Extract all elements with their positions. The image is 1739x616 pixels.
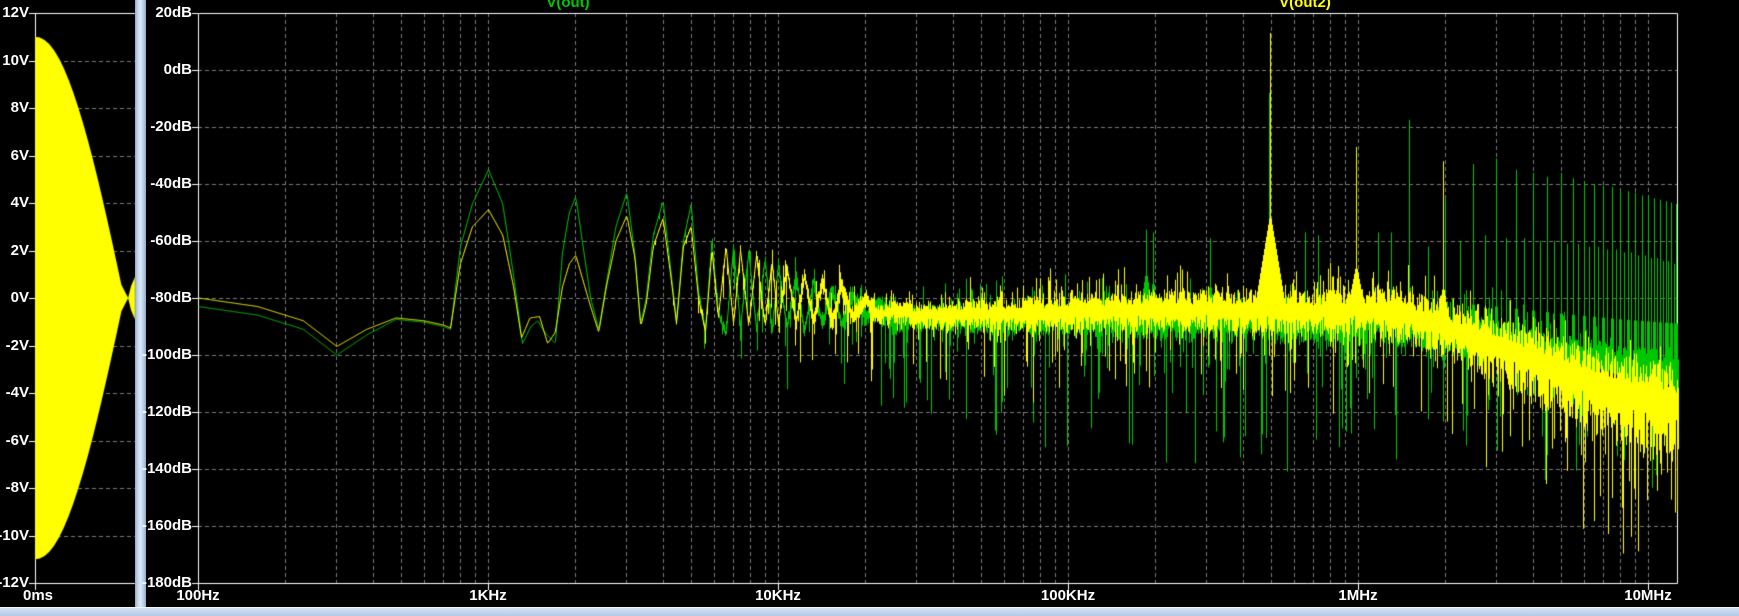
time-y-axis-label: 12V	[2, 4, 29, 21]
time-y-axis-label: -8V	[5, 479, 29, 496]
time-y-axis-label: 6V	[10, 147, 29, 164]
fft-x-axis-label: 1MHz	[1338, 587, 1378, 604]
fft-y-axis-label: -60dB	[150, 232, 192, 249]
window-bottom-border	[0, 607, 1739, 616]
time-y-axis-label: 8V	[10, 99, 29, 116]
time-y-axis-label: 4V	[10, 194, 29, 211]
time-y-axis-label: 10V	[2, 52, 29, 69]
fft-y-axis-label: -140dB	[141, 460, 192, 477]
time-y-axis-label: -2V	[5, 337, 29, 354]
fft-y-axis-label: 0dB	[163, 61, 192, 78]
fft-x-axis-label: 100KHz	[1040, 587, 1096, 604]
time-x-axis-label: 0ms	[22, 587, 54, 604]
fft-x-axis-label: 100Hz	[176, 587, 220, 604]
fft-y-axis-label: 20dB	[155, 4, 192, 21]
fft-y-axis-label: -40dB	[150, 175, 192, 192]
time-y-axis-label: -4V	[5, 384, 29, 401]
trace-label-vout2[interactable]: V(out2)	[1279, 0, 1331, 10]
time-y-axis-label: -6V	[5, 432, 29, 449]
fft-x-axis-label: 10KHz	[755, 587, 801, 604]
fft-y-axis-label: -20dB	[150, 118, 192, 135]
time-y-axis-label: 0V	[10, 289, 29, 306]
time-y-axis-label: 2V	[10, 242, 29, 259]
trace-label-vout[interactable]: V(out)	[546, 0, 589, 10]
plot-canvas[interactable]	[0, 0, 1739, 616]
fft-x-axis-label: 10MHz	[1624, 587, 1672, 604]
waveform-viewer-screen: V(out) V(out2) 20dB 0dB -20dB -40dB -60dB -80…	[0, 0, 1739, 616]
time-y-axis-label: -10V	[0, 527, 29, 544]
fft-y-axis-label: -120dB	[141, 403, 192, 420]
fft-y-axis-label: -100dB	[141, 346, 192, 363]
fft-y-axis-label: -160dB	[141, 517, 192, 534]
fft-x-axis-label: 1KHz	[469, 587, 507, 604]
fft-y-axis-label: -80dB	[150, 289, 192, 306]
